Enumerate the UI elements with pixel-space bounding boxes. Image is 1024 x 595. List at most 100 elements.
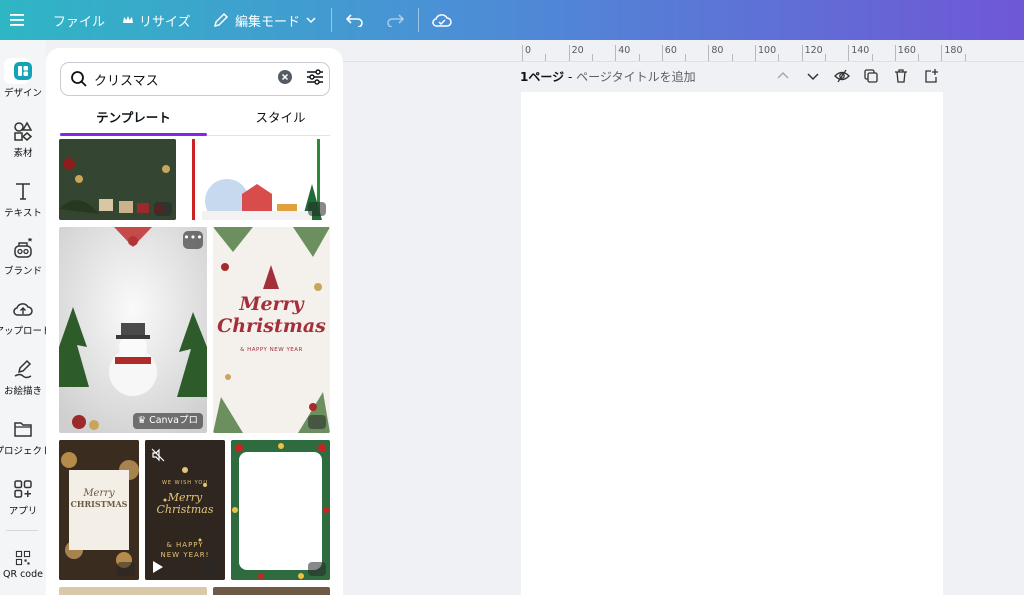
template-thumbnail-art: [59, 440, 139, 580]
ruler-tick-label: 60: [664, 45, 677, 56]
undo-icon: [346, 14, 363, 27]
hide-page-button[interactable]: [834, 68, 850, 86]
hamburger-icon: [10, 14, 24, 26]
design-page[interactable]: [521, 92, 943, 595]
page-title-separator: -: [564, 70, 577, 84]
rail-item-upload[interactable]: アップロード: [0, 298, 52, 337]
add-page-button[interactable]: [924, 68, 938, 86]
rail-item-elements[interactable]: 素材: [0, 120, 46, 159]
christmas-caps: CHRISTMAS: [70, 499, 128, 509]
undo-button[interactable]: [346, 0, 364, 40]
tab-styles[interactable]: スタイル: [207, 106, 343, 134]
file-menu-button[interactable]: ファイル: [53, 0, 105, 40]
cloud-saved-icon: [432, 14, 452, 27]
qr-code-icon: [15, 550, 31, 566]
happy-new-year-text: & HAPPY NEW YEAR: [240, 347, 303, 353]
pro-crown-badge: [203, 562, 221, 576]
search-box[interactable]: [60, 62, 330, 96]
chevron-up-icon: [777, 71, 789, 79]
more-options-button[interactable]: •••: [183, 231, 203, 249]
page-down-button[interactable]: [806, 68, 820, 86]
ruler-tick-mark: [685, 54, 687, 61]
text-icon: [16, 183, 30, 200]
rail-item-apps[interactable]: アプリ: [0, 478, 46, 517]
search-icon: [71, 71, 87, 87]
rail-item-design[interactable]: デザイン: [0, 60, 46, 99]
ruler-tick-label: 20: [571, 45, 584, 56]
ruler-tick-mark: [615, 45, 617, 61]
pro-crown-badge: [308, 415, 326, 429]
page-title-row[interactable]: 1ページ - ページタイトルを追加: [520, 68, 696, 85]
draw-icon: [14, 359, 32, 379]
template-thumbnail[interactable]: WE WISH YOU Merry Christmas & HAPPY NEW …: [145, 440, 225, 580]
edit-mode-button[interactable]: 編集モード: [213, 0, 316, 40]
wish-you-text: WE WISH YOU: [161, 480, 208, 486]
redo-button[interactable]: [386, 0, 404, 40]
add-page-icon: [925, 69, 938, 83]
canva-pro-badge: ♛ Canvaプロ: [132, 413, 203, 429]
chevron-down-icon: [306, 17, 316, 23]
ruler-tick-mark: [941, 45, 943, 61]
ruler-tick-mark: [708, 45, 710, 61]
resize-button[interactable]: リサイズ: [123, 0, 191, 40]
rail-item-qr-code[interactable]: QR code: [0, 550, 46, 580]
search-input[interactable]: [94, 71, 264, 87]
template-thumbnail[interactable]: [59, 139, 176, 220]
template-thumbnail[interactable]: Merry Christmas & HAPPY NEW YEAR: [213, 227, 330, 433]
templates-panel: テンプレート スタイル: [46, 48, 343, 595]
ruler-tick-label: 80: [711, 45, 724, 56]
merry-christmas-caps-text: Merry CHRISTMAS: [69, 488, 129, 510]
gold-new-year: NEW YEAR!: [160, 551, 210, 559]
tab-templates[interactable]: テンプレート: [60, 106, 207, 134]
tab-active-indicator: [60, 133, 207, 136]
clear-search-button[interactable]: [278, 70, 292, 88]
duplicate-page-button[interactable]: [864, 68, 878, 86]
page-up-button[interactable]: [776, 68, 790, 86]
pro-crown-badge: [308, 202, 326, 216]
muted-icon: [151, 448, 165, 462]
cloud-save-button[interactable]: [432, 0, 452, 40]
file-menu-label: ファイル: [53, 14, 106, 30]
edit-mode-label: 編集モード: [235, 14, 301, 30]
tab-templates-label: テンプレート: [96, 110, 171, 125]
template-thumbnail[interactable]: Merry CHRISTMAS: [59, 440, 139, 580]
elements-icon: [14, 121, 33, 141]
pro-crown-badge: [117, 562, 135, 576]
more-options-label: •••: [183, 231, 203, 244]
template-thumbnail[interactable]: [213, 587, 330, 595]
eye-icon: [834, 69, 850, 83]
filter-button[interactable]: [306, 69, 324, 89]
ruler-tick-mark: [848, 45, 850, 61]
top-bar: ファイル リサイズ 編集モード: [0, 0, 1024, 40]
brand-icon: [14, 238, 33, 258]
rail-item-brand[interactable]: ブランド: [0, 238, 46, 277]
redo-icon: [387, 14, 404, 27]
template-thumbnail[interactable]: [182, 139, 330, 220]
rail-item-text[interactable]: テキスト: [0, 180, 46, 219]
panel-tabs: テンプレート スタイル: [60, 106, 330, 136]
upload-icon: [13, 303, 33, 316]
template-thumbnail[interactable]: [59, 587, 207, 595]
ruler-tick-label: 0: [525, 45, 532, 56]
delete-page-button[interactable]: [894, 68, 908, 86]
ruler-tick-mark: [545, 54, 547, 61]
template-thumbnail[interactable]: ••• ♛ Canvaプロ: [59, 227, 207, 433]
filter-sliders-icon: [307, 69, 323, 85]
ruler-tick-mark: [964, 54, 966, 61]
ruler-tick-label: 140: [851, 45, 870, 56]
canva-pro-label: Canvaプロ: [149, 415, 198, 426]
pro-crown-badge: [308, 562, 326, 576]
rail-item-draw[interactable]: お絵描き: [0, 358, 46, 397]
rail-item-projects[interactable]: プロジェクト: [0, 418, 52, 457]
topbar-divider: [331, 8, 332, 32]
play-icon[interactable]: [152, 560, 164, 574]
template-thumbnail-art: [231, 440, 330, 580]
page-title-placeholder[interactable]: ページタイトルを追加: [576, 70, 696, 84]
template-thumbnail[interactable]: [231, 440, 330, 580]
page-number-label: 1ページ: [520, 70, 565, 84]
menu-button[interactable]: [10, 0, 24, 40]
ruler-tick-mark: [591, 54, 593, 61]
ruler-tick-label: 120: [804, 45, 823, 56]
ruler-tick-mark: [522, 45, 523, 61]
ruler-tick-mark: [824, 54, 826, 61]
